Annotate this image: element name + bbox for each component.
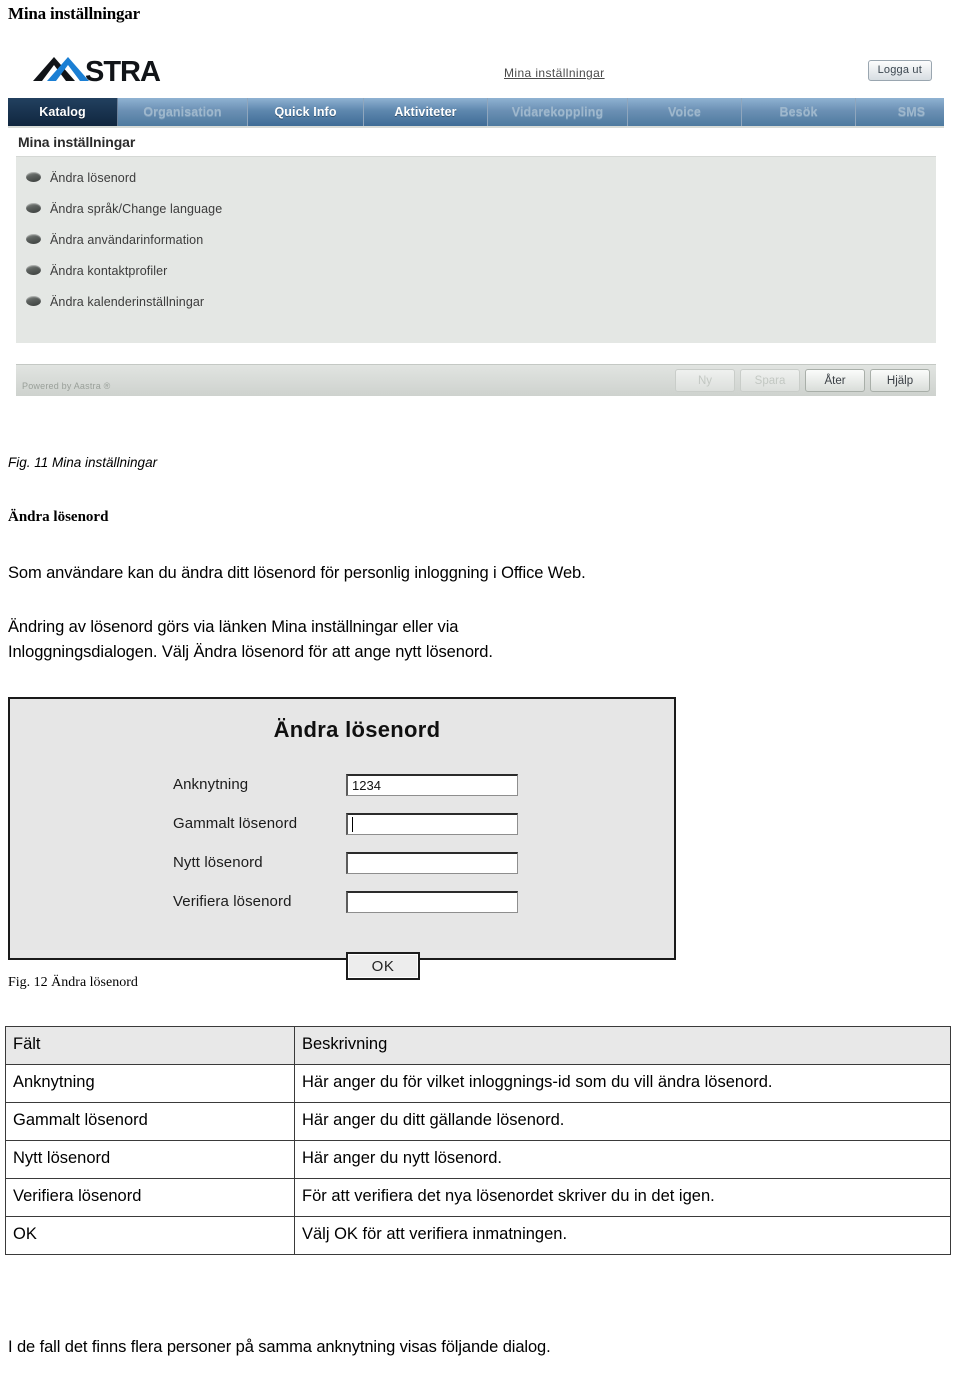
dialog-row-nytt-losenord: Nytt lösenord <box>173 843 518 882</box>
paragraph-how-to-line1: Ändring av lösenord görs via länken Mina… <box>8 618 459 636</box>
table-header-row: Fält Beskrivning <box>5 1026 951 1065</box>
gammalt-losenord-label: Gammalt lösenord <box>173 815 298 832</box>
paragraph-how-to-line2: Inloggningsdialogen. Välj Ändra lösenord… <box>8 643 493 661</box>
menu-item-andra-sprak[interactable]: Ändra språk/Change language <box>16 200 936 231</box>
row-description: För att verifiera det nya lösenordet skr… <box>294 1178 951 1217</box>
dialog-field-rows: Anknytning 1234 Gammalt lösenord Nytt lö… <box>173 765 518 921</box>
header-falt: Fält <box>5 1026 295 1065</box>
menu-item-andra-kontaktprofiler[interactable]: Ändra kontaktprofiler <box>16 262 936 293</box>
tab-vidarekoppling[interactable]: Vidarekoppling <box>488 98 628 126</box>
content-panel: Mina inställningar Ändra lösenord Ändra … <box>8 128 944 396</box>
footer-button-group: Ny Spara Åter Hjälp <box>675 369 930 392</box>
row-description: Här anger du nytt lösenord. <box>294 1140 951 1179</box>
figure-11-caption: Fig. 11 Mina inställningar <box>8 455 158 470</box>
disc-bullet-icon <box>26 234 41 244</box>
settings-menu-panel: Ändra lösenord Ändra språk/Change langua… <box>16 156 936 343</box>
menu-item-label: Ändra användarinformation <box>50 233 204 247</box>
anknytning-label: Anknytning <box>173 776 249 793</box>
nytt-losenord-label: Nytt lösenord <box>173 854 263 871</box>
app-header: STRA Mina inställningar Logga ut <box>8 40 944 98</box>
table-row: Gammalt lösenord Här anger du ditt gälla… <box>5 1102 951 1141</box>
row-field: Verifiera lösenord <box>5 1178 295 1217</box>
paragraph-intro: Som användare kan du ändra ditt lösenord… <box>8 564 586 582</box>
figure-12-caption: Fig. 12 Ändra lösenord <box>8 975 138 990</box>
panel-heading: Mina inställningar <box>18 134 136 150</box>
field-description-table: Fält Beskrivning Anknytning Här anger du… <box>5 1026 951 1255</box>
tab-aktiviteter[interactable]: Aktiviteter <box>364 98 488 126</box>
ok-button[interactable]: OK <box>346 952 420 980</box>
table-row: OK Välj OK för att verifiera inmatningen… <box>5 1216 951 1255</box>
settings-menu-list: Ändra lösenord Ändra språk/Change langua… <box>16 157 936 324</box>
tab-sms[interactable]: SMS <box>856 98 944 126</box>
app-screenshot-mina-installningar: STRA Mina inställningar Logga ut Katalog… <box>8 40 944 443</box>
row-field: Anknytning <box>5 1064 295 1103</box>
tab-quick-info[interactable]: Quick Info <box>248 98 364 126</box>
powered-by-label: Powered by Aastra ® <box>22 381 111 391</box>
anknytning-input[interactable]: 1234 <box>346 773 518 796</box>
table-row: Nytt lösenord Här anger du nytt lösenord… <box>5 1140 951 1179</box>
row-description: Välj OK för att verifiera inmatningen. <box>294 1216 951 1255</box>
verifiera-losenord-input[interactable] <box>346 890 518 913</box>
menu-item-andra-anvandarinformation[interactable]: Ändra användarinformation <box>16 231 936 262</box>
dialog-row-gammalt-losenord: Gammalt lösenord <box>173 804 518 843</box>
menu-item-label: Ändra kalenderinställningar <box>50 295 205 309</box>
aastra-logo-icon: STRA <box>33 56 162 88</box>
section-heading-andra-losenord: Ändra lösenord <box>8 509 109 525</box>
tab-voice[interactable]: Voice <box>628 98 742 126</box>
row-field: Nytt lösenord <box>5 1140 295 1179</box>
disc-bullet-icon <box>26 296 41 306</box>
table-row: Anknytning Här anger du för vilket inlog… <box>5 1064 951 1103</box>
dialog-screenshot-andra-losenord: Ändra lösenord Anknytning 1234 Gammalt l… <box>8 697 676 980</box>
back-button[interactable]: Åter <box>805 369 865 392</box>
dialog-ok-wrap: OK <box>346 952 420 980</box>
menu-item-label: Ändra språk/Change language <box>50 202 223 216</box>
menu-item-label: Ändra kontaktprofiler <box>50 264 168 278</box>
row-field: OK <box>5 1216 295 1255</box>
disc-bullet-icon <box>26 265 41 275</box>
main-tab-bar: Katalog Organisation Quick Info Aktivite… <box>8 98 944 128</box>
verifiera-losenord-label: Verifiera lösenord <box>173 893 292 910</box>
new-button[interactable]: Ny <box>675 369 735 392</box>
tab-katalog[interactable]: Katalog <box>8 98 118 126</box>
closing-note: I de fall det finns flera personer på sa… <box>8 1338 551 1356</box>
link-mina-installningar[interactable]: Mina inställningar <box>504 66 605 80</box>
menu-item-andra-losenord[interactable]: Ändra lösenord <box>16 169 936 200</box>
save-button[interactable]: Spara <box>740 369 800 392</box>
nytt-losenord-input[interactable] <box>346 851 518 874</box>
row-field: Gammalt lösenord <box>5 1102 295 1141</box>
dialog-title: Ändra lösenord <box>273 717 441 742</box>
row-description: Här anger du ditt gällande lösenord. <box>294 1102 951 1141</box>
logout-button[interactable]: Logga ut <box>867 60 932 81</box>
help-button[interactable]: Hjälp <box>870 369 930 392</box>
app-footer-bar: Powered by Aastra ® Ny Spara Åter Hjälp <box>16 364 936 396</box>
svg-text:STRA: STRA <box>85 56 161 84</box>
menu-item-label: Ändra lösenord <box>50 171 137 185</box>
header-beskrivning: Beskrivning <box>294 1026 951 1065</box>
row-description: Här anger du för vilket inloggnings-id s… <box>294 1064 951 1103</box>
dialog-row-anknytning: Anknytning 1234 <box>173 765 518 804</box>
disc-bullet-icon <box>26 172 41 182</box>
aastra-logo: STRA <box>28 54 200 88</box>
tab-besok[interactable]: Besök <box>742 98 856 126</box>
disc-bullet-icon <box>26 203 41 213</box>
page-title: Mina inställningar <box>8 4 140 23</box>
tab-organisation[interactable]: Organisation <box>118 98 248 126</box>
table-row: Verifiera lösenord För att verifiera det… <box>5 1178 951 1217</box>
gammalt-losenord-input[interactable] <box>346 812 518 835</box>
text-caret <box>352 816 353 832</box>
menu-item-andra-kalenderinstallningar[interactable]: Ändra kalenderinställningar <box>16 293 936 324</box>
dialog-row-verifiera-losenord: Verifiera lösenord <box>173 882 518 921</box>
